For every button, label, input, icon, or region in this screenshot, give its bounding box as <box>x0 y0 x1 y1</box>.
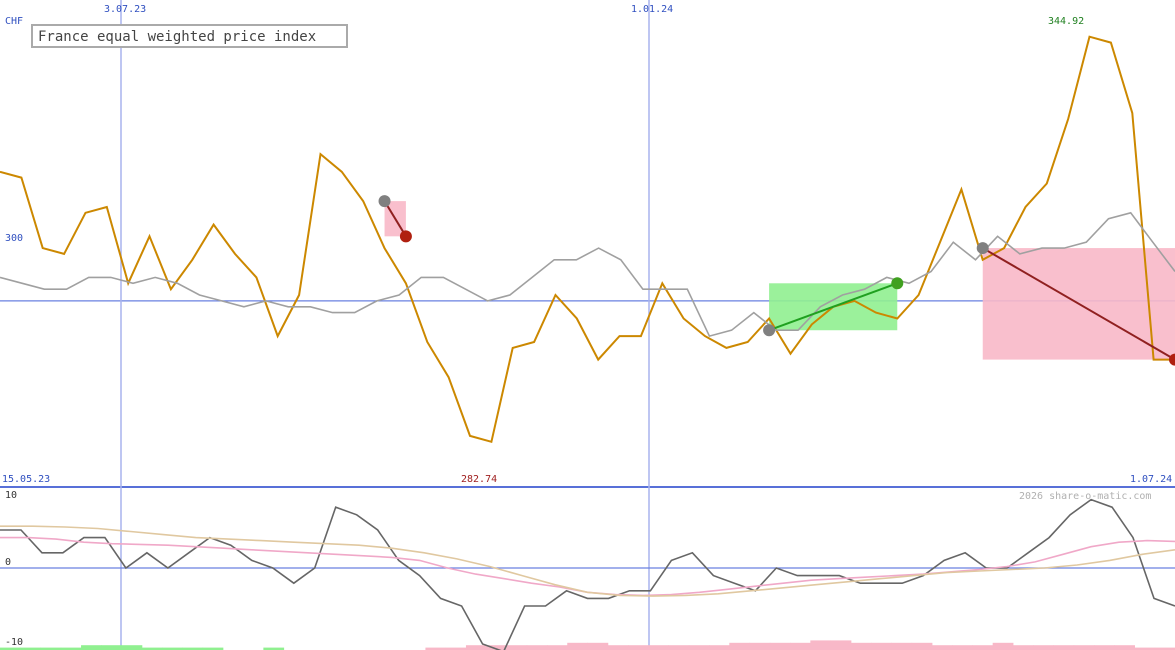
osc-tick-label: 0 <box>5 557 11 568</box>
entry-marker <box>976 242 989 255</box>
entry-marker <box>763 324 776 337</box>
osc-tick-label: 10 <box>5 490 17 501</box>
oscillator-series-group <box>0 498 1175 650</box>
volume-bar <box>628 645 649 650</box>
volume-bar <box>972 645 994 650</box>
volume-bar <box>871 642 892 650</box>
volume-bar <box>121 645 143 650</box>
volume-bar <box>952 645 973 650</box>
currency-label: CHF <box>5 16 23 27</box>
volume-bar <box>648 645 670 650</box>
volume-bar <box>931 645 953 650</box>
exit-marker <box>399 230 412 243</box>
volume-bar <box>1073 645 1095 650</box>
chart-title: France equal weighted price index <box>38 29 316 45</box>
osc-tick-label: -10 <box>5 637 23 648</box>
volume-bar <box>850 642 872 650</box>
volume-bar <box>688 645 710 650</box>
max-value-label: 344.92 <box>1048 16 1084 27</box>
volume-bar <box>81 645 102 650</box>
volume-bar <box>790 642 811 650</box>
volume-bar <box>101 645 123 650</box>
volume-bar <box>769 642 791 650</box>
x-tick-label: 3.07.23 <box>104 4 146 15</box>
volume-bar <box>465 645 487 650</box>
y-reference-label: 300 <box>5 233 23 244</box>
series-line <box>0 35 1175 444</box>
volume-bar <box>567 642 588 650</box>
volume-bar <box>911 642 933 650</box>
volume-bar <box>1114 645 1135 650</box>
chart-canvas: CHF 300 3.07.23 1.01.24 344.92 15.05.23 … <box>0 0 1175 650</box>
volume-bar <box>1053 645 1075 650</box>
volume-bar <box>546 645 568 650</box>
volume-bar <box>526 645 548 650</box>
volume-bar <box>668 645 690 650</box>
volume-bar <box>891 642 913 650</box>
exit-marker <box>891 277 904 290</box>
volume-bars <box>0 640 1175 650</box>
oscillator-line <box>0 536 1175 597</box>
volume-bar <box>729 642 751 650</box>
price-series-group <box>0 35 1175 444</box>
volume-bar <box>1033 645 1054 650</box>
volume-bar <box>830 640 852 650</box>
volume-bar <box>1093 645 1115 650</box>
oscillator-line <box>0 498 1175 650</box>
min-value-label: 282.74 <box>461 474 497 485</box>
volume-bar <box>709 645 730 650</box>
volume-bar <box>992 642 1014 650</box>
volume-bar <box>506 645 528 650</box>
start-date-label: 15.05.23 <box>2 474 50 485</box>
volume-bar <box>587 642 609 650</box>
volume-bar <box>749 642 771 650</box>
end-date-label: 1.07.24 <box>1130 474 1172 485</box>
watermark: 2026 share-o-matic.com <box>1019 491 1151 502</box>
x-tick-label: 1.01.24 <box>631 4 673 15</box>
volume-bar <box>607 645 629 650</box>
volume-bar <box>1012 645 1034 650</box>
entry-marker <box>378 195 391 208</box>
volume-bar <box>810 640 832 650</box>
